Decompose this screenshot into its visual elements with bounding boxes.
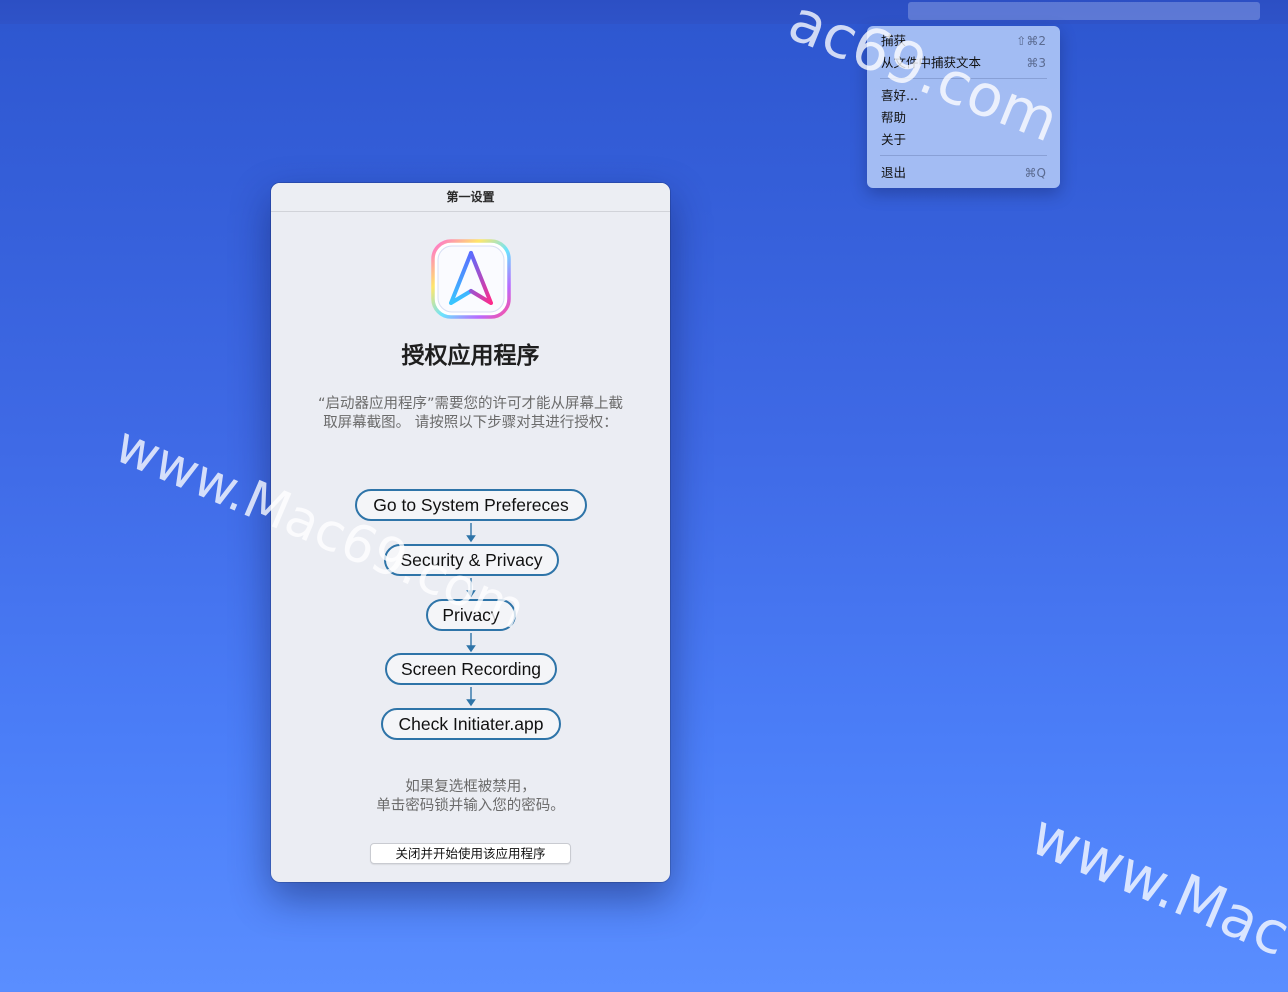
menu-bar-status-area bbox=[908, 2, 1260, 20]
first-setup-dialog: 第一设置 授权应用程序 “启动器应用程序”需要您的许可才能从屏幕上截 取屏幕截图… bbox=[271, 183, 670, 882]
step-check-initiater-app: Check Initiater.app bbox=[381, 708, 561, 740]
menu-item-capture[interactable]: 捕获 ⇧⌘2 bbox=[881, 31, 1046, 51]
menu-item-help[interactable]: 帮助 bbox=[881, 108, 1046, 128]
app-dropdown-menu: 捕获 ⇧⌘2 从文件中捕获文本 ⌘3 喜好... 帮助 关于 退出 ⌘Q bbox=[867, 26, 1060, 188]
close-and-start-button[interactable]: 关闭并开始使用该应用程序 bbox=[370, 843, 571, 864]
shortcut-label: ⌘3 bbox=[1026, 56, 1046, 70]
step-go-to-system-preferences: Go to System Prefereces bbox=[355, 489, 587, 521]
shortcut-label: ⇧⌘2 bbox=[1016, 34, 1046, 48]
menu-separator bbox=[880, 155, 1047, 156]
menu-separator bbox=[880, 78, 1047, 79]
menu-item-capture-text-from-file[interactable]: 从文件中捕获文本 ⌘3 bbox=[881, 53, 1046, 73]
menu-bar bbox=[0, 0, 1288, 24]
dialog-note: 如果复选框被禁用， 单击密码锁并输入您的密码。 bbox=[376, 779, 565, 814]
watermark-bottom-right: www.Mac bbox=[1021, 800, 1288, 970]
menu-item-quit[interactable]: 退出 ⌘Q bbox=[881, 163, 1046, 183]
menu-item-preferences[interactable]: 喜好... bbox=[881, 86, 1046, 106]
step-security-privacy: Security & Privacy bbox=[384, 544, 559, 576]
shortcut-label: ⌘Q bbox=[1024, 166, 1046, 180]
step-privacy: Privacy bbox=[426, 599, 516, 631]
step-screen-recording: Screen Recording bbox=[385, 653, 557, 685]
menu-item-about[interactable]: 关于 bbox=[881, 130, 1046, 150]
